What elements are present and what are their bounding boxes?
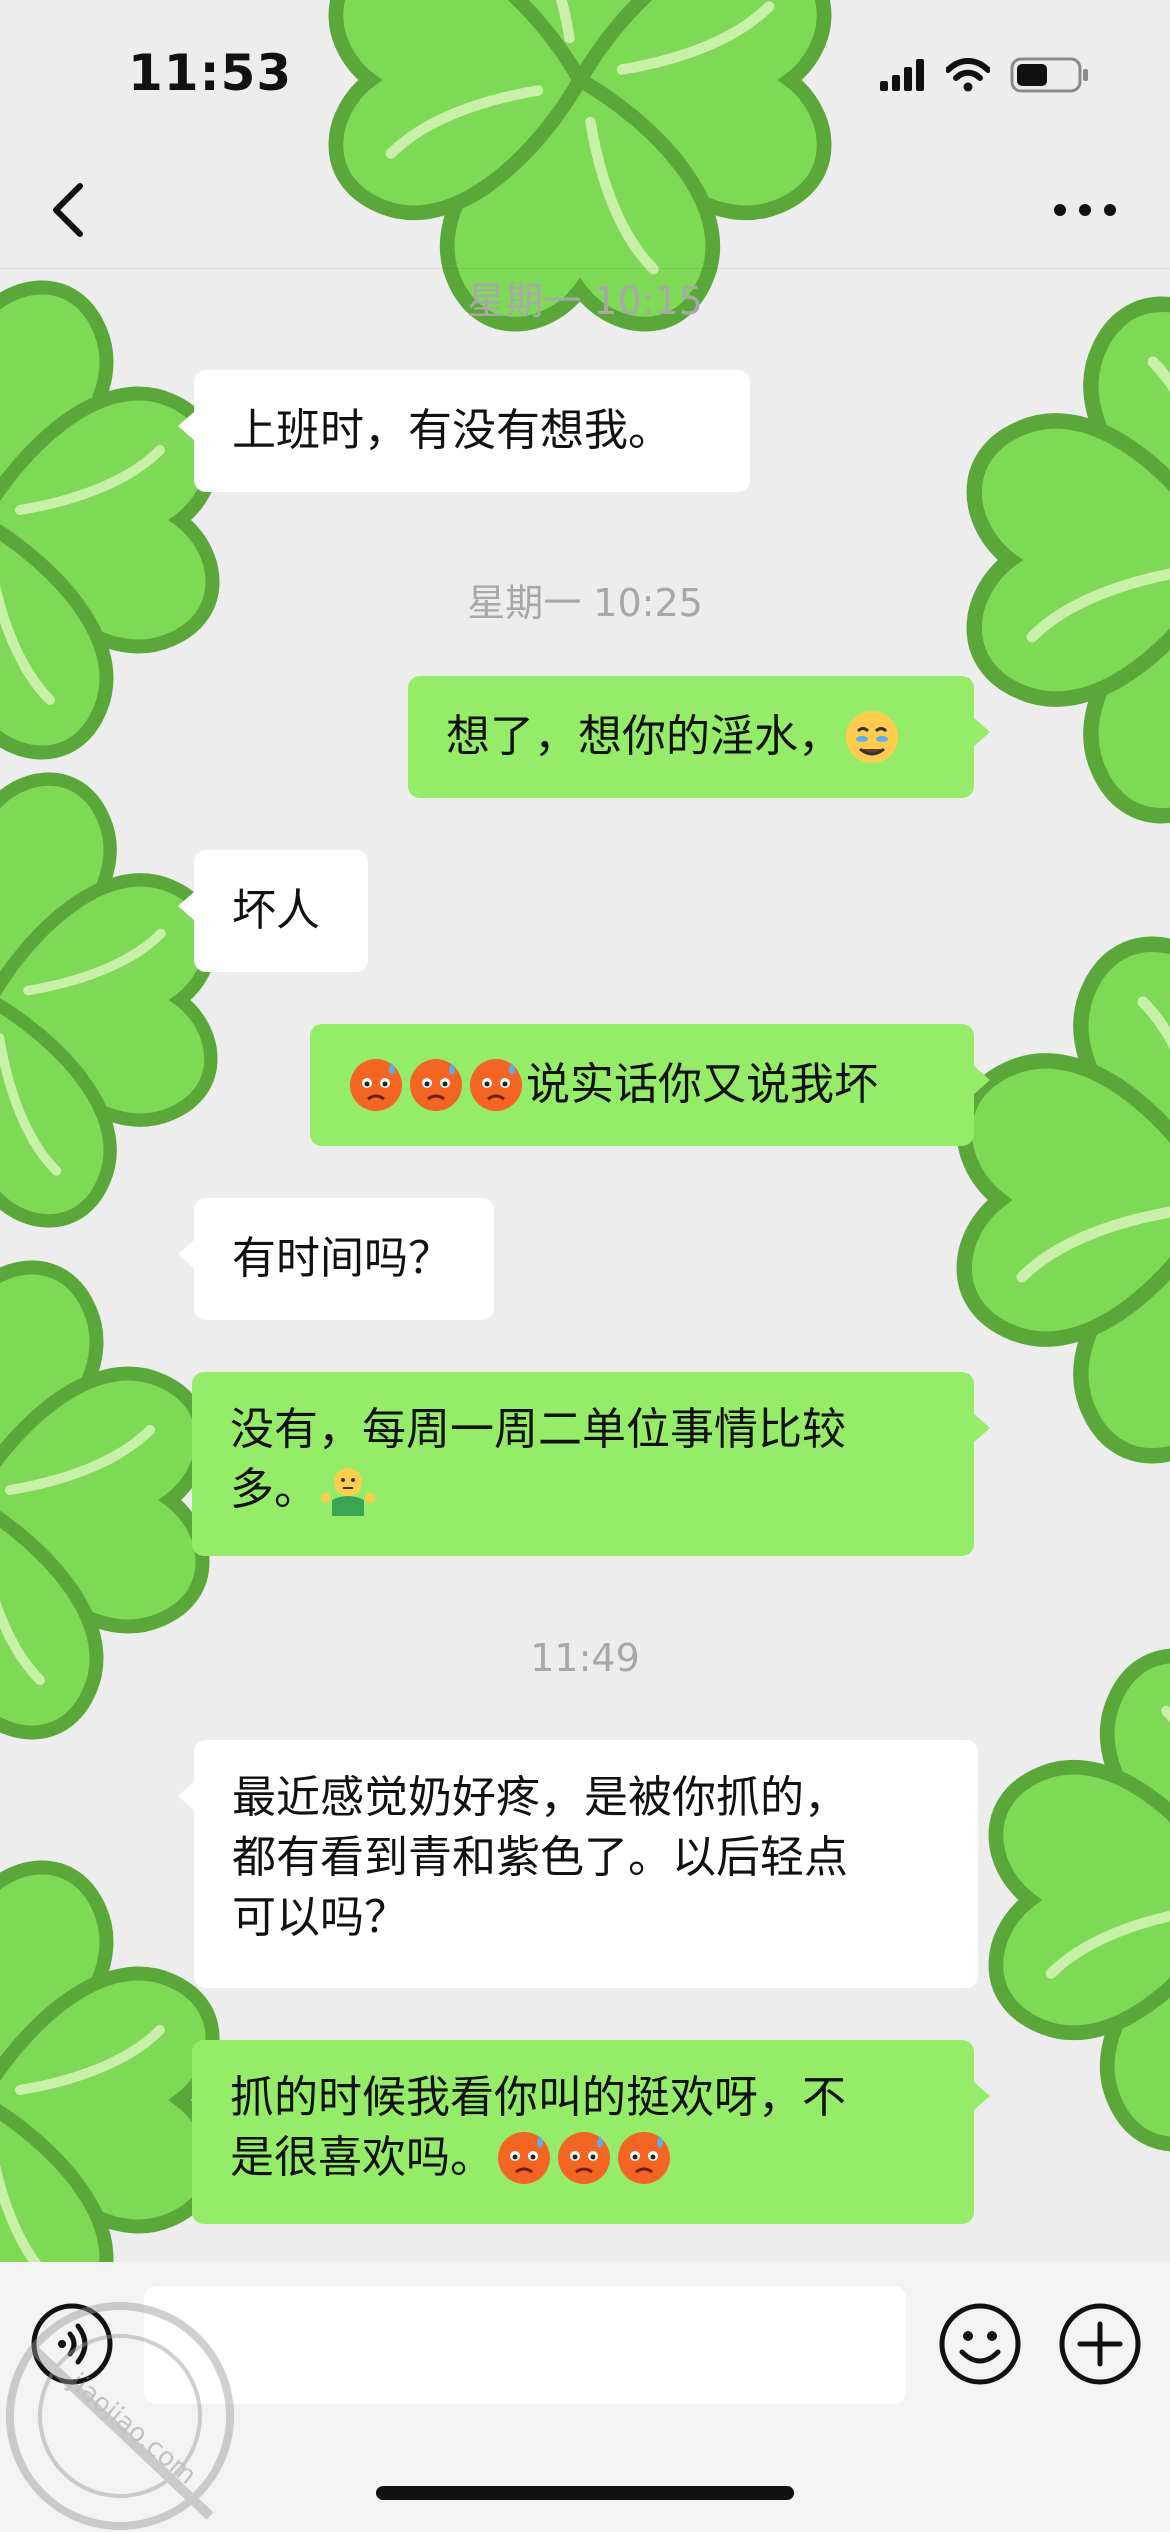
angry-sweat-face-icon bbox=[410, 1059, 462, 1111]
outgoing-message-bubble[interactable]: 没有，每周一周二单位事情比较 多。 bbox=[192, 1372, 990, 1556]
message-text: 坏人 bbox=[232, 885, 320, 936]
signal-icon bbox=[880, 59, 924, 91]
message-text-line: 可以吗？ bbox=[232, 1892, 408, 1943]
watermark-logo: jiaojiao.com bbox=[6, 2302, 234, 2530]
add-attachment-icon[interactable] bbox=[1058, 2302, 1142, 2386]
angry-sweat-face-icon bbox=[558, 2132, 610, 2184]
home-indicator[interactable] bbox=[376, 2486, 794, 2500]
message-text-line: 是很喜欢吗。 bbox=[230, 2132, 494, 2183]
outgoing-message-bubble[interactable]: 抓的时候我看你叫的挺欢呀，不 是很喜欢吗。 bbox=[192, 2040, 990, 2224]
angry-sweat-face-icon bbox=[498, 2132, 550, 2184]
status-icons bbox=[880, 56, 1090, 94]
status-bar: 11:53 bbox=[0, 0, 1170, 150]
message-text-line: 没有，每周一周二单位事情比较 bbox=[230, 1404, 846, 1455]
incoming-message-bubble[interactable]: 最近感觉奶好疼，是被你抓的， 都有看到青和紫色了。以后轻点 可以吗？ bbox=[178, 1740, 978, 1988]
battery-icon bbox=[1010, 57, 1088, 93]
message-text-line-wrap: 是很喜欢吗。 bbox=[230, 2128, 674, 2188]
wifi-icon bbox=[946, 58, 990, 92]
chat-header bbox=[0, 150, 1170, 269]
status-time: 11:53 bbox=[128, 44, 293, 102]
angry-sweat-face-icon bbox=[350, 1059, 402, 1111]
incoming-message-bubble[interactable]: 坏人 bbox=[178, 850, 368, 972]
message-text-line: 都有看到青和紫色了。以后轻点 bbox=[232, 1832, 848, 1883]
message-text-line: 抓的时候我看你叫的挺欢呀，不 bbox=[230, 2072, 846, 2123]
watermark-text: jiaojiao.com bbox=[62, 2367, 201, 2491]
emoji-picker-icon[interactable] bbox=[938, 2302, 1022, 2386]
angry-sweat-face-icon bbox=[618, 2132, 670, 2184]
outgoing-message-bubble[interactable]: 说实话你又说我坏 bbox=[310, 1024, 990, 1146]
angry-sweat-face-icon bbox=[470, 1059, 522, 1111]
face-with-hand-over-mouth-icon bbox=[846, 711, 898, 763]
message-text: 说实话你又说我坏 bbox=[526, 1059, 878, 1110]
back-icon[interactable] bbox=[44, 180, 94, 240]
more-options-icon[interactable] bbox=[1052, 190, 1118, 230]
timestamp: 星期一 10:15 bbox=[467, 279, 703, 323]
message-text: 有时间吗？ bbox=[232, 1233, 452, 1284]
outgoing-message-bubble[interactable]: 想了，想你的淫水， bbox=[408, 676, 990, 798]
incoming-message-bubble[interactable]: 有时间吗？ bbox=[178, 1198, 494, 1320]
shrug-person-icon bbox=[321, 1468, 375, 1516]
message-text: 想了，想你的淫水， bbox=[446, 711, 842, 762]
timestamp: 11:49 bbox=[530, 1636, 640, 1680]
message-text-line: 多。 bbox=[230, 1464, 318, 1515]
timestamp: 星期一 10:25 bbox=[467, 581, 703, 625]
message-text-line: 最近感觉奶好疼，是被你抓的， bbox=[232, 1772, 848, 1823]
message-text-line-wrap: 多。 bbox=[230, 1460, 378, 1520]
message-text: 上班时，有没有想我。 bbox=[232, 405, 672, 456]
incoming-message-bubble[interactable]: 上班时，有没有想我。 bbox=[178, 370, 750, 492]
